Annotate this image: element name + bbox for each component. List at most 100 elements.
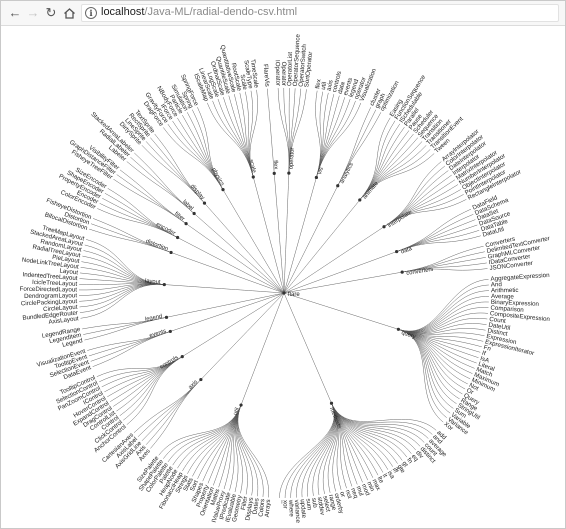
- branch-node: [329, 401, 334, 405]
- branch-label: flex: [272, 160, 279, 169]
- branch-node: [221, 188, 225, 192]
- branch-link: [283, 271, 403, 294]
- branch-node: [272, 171, 276, 175]
- branch-node: [184, 222, 188, 226]
- leaf-link: [359, 126, 405, 201]
- leaf-link: [398, 329, 463, 395]
- branch-node: [251, 175, 255, 179]
- branch-node: [169, 250, 173, 255]
- label-layer: flexutilaxiscontrolsdataeventslegendoper…: [20, 33, 551, 523]
- branch-label: axis: [188, 379, 200, 391]
- branch-node: [358, 198, 362, 202]
- branch-node: [199, 377, 203, 382]
- branch-label: controls: [159, 355, 180, 371]
- reload-icon[interactable]: ↻: [42, 4, 60, 22]
- browser-window: ← → ↻ i localhost/Java-ML/radial-dendo-c…: [0, 0, 566, 529]
- branch-node: [162, 282, 166, 287]
- leaf-link: [150, 379, 202, 449]
- branch-link: [170, 292, 285, 332]
- branch-link: [200, 292, 285, 380]
- leaf-label: _: [276, 499, 283, 504]
- leaf-link: [383, 165, 446, 227]
- leaf-link: [331, 403, 433, 435]
- root-node: [282, 291, 286, 295]
- branch-label: legend: [145, 314, 163, 323]
- leaf-link: [398, 329, 447, 418]
- branch-link: [164, 284, 285, 294]
- leaf-link: [79, 284, 165, 308]
- leaf-link: [396, 214, 474, 252]
- branch-link: [283, 185, 338, 294]
- branch-label: data: [400, 246, 413, 256]
- info-icon[interactable]: i: [85, 7, 97, 19]
- leaf-link: [331, 403, 403, 461]
- leaf-link: [398, 318, 488, 333]
- branch-node: [239, 403, 243, 407]
- branch-node: [382, 225, 386, 229]
- branch-label: encoder: [155, 222, 176, 237]
- branch-label: analytics: [339, 162, 355, 185]
- branch-link: [283, 226, 385, 294]
- leaf-link: [119, 356, 183, 416]
- url-host: localhost: [101, 6, 145, 18]
- branch-link: [283, 292, 332, 404]
- leaf-link: [359, 123, 401, 201]
- root-label: flare: [288, 292, 300, 298]
- branch-label: display: [189, 183, 205, 201]
- branch-node: [400, 270, 404, 274]
- leaf-link: [97, 208, 178, 238]
- leaf-link: [290, 403, 335, 498]
- leaf-link: [123, 356, 183, 421]
- leaf-link: [116, 356, 183, 412]
- leaf-link: [398, 290, 489, 332]
- leaf-link: [167, 123, 224, 190]
- leaf-link: [80, 284, 165, 319]
- branch-node: [180, 355, 184, 359]
- branch-link: [170, 252, 285, 294]
- leaf-link: [331, 403, 437, 431]
- forward-arrow-icon[interactable]: →: [24, 4, 42, 22]
- leaf-link: [316, 98, 351, 178]
- branch-link: [240, 292, 285, 406]
- branch-node: [314, 175, 318, 180]
- leaf-link: [331, 403, 384, 473]
- leaf-link: [187, 404, 242, 474]
- leaf-label: FlareVis: [262, 64, 271, 87]
- browser-toolbar: ← → ↻ i localhost/Java-ML/radial-dendo-c…: [1, 1, 565, 26]
- branch-label: physics: [210, 167, 225, 187]
- leaf-link: [331, 403, 412, 454]
- leaf-link: [167, 404, 242, 463]
- branch-label: filter: [173, 211, 185, 222]
- url-text[interactable]: localhost/Java-ML/radial-dendo-csv.html: [101, 6, 297, 18]
- leaf-link: [398, 307, 489, 333]
- branch-link: [283, 173, 290, 294]
- branch-link: [222, 189, 285, 294]
- branch-node: [287, 171, 291, 175]
- branch-label: operator: [289, 147, 296, 169]
- branch-link: [185, 223, 285, 294]
- leaf-link: [331, 403, 429, 439]
- branch-node: [192, 211, 196, 216]
- address-bar[interactable]: i localhost/Java-ML/radial-dendo-csv.htm…: [81, 4, 559, 22]
- branch-node: [395, 249, 399, 254]
- branch-node: [396, 327, 400, 331]
- leaf-link: [277, 88, 290, 174]
- back-arrow-icon[interactable]: ←: [6, 4, 24, 22]
- leaf-link: [237, 404, 269, 498]
- home-icon[interactable]: [60, 4, 78, 22]
- leaf-link: [163, 127, 224, 190]
- branch-link: [283, 292, 399, 330]
- branch-label: distortion: [145, 239, 169, 253]
- leaf-link: [359, 120, 396, 201]
- leaf-link: [398, 312, 489, 333]
- branch-node: [168, 329, 172, 334]
- url-path: /Java-ML/radial-dendo-csv.html: [144, 6, 298, 18]
- branch-node: [164, 315, 169, 319]
- leaf-link: [331, 403, 421, 447]
- branch-label: converters: [406, 267, 434, 277]
- radial-dendrogram: flexutilaxiscontrolsdataeventslegendoper…: [20, 33, 551, 523]
- branch-label: events: [149, 328, 167, 339]
- leaf-link: [402, 245, 484, 273]
- leaf-link: [212, 100, 254, 178]
- branch-link: [182, 292, 285, 357]
